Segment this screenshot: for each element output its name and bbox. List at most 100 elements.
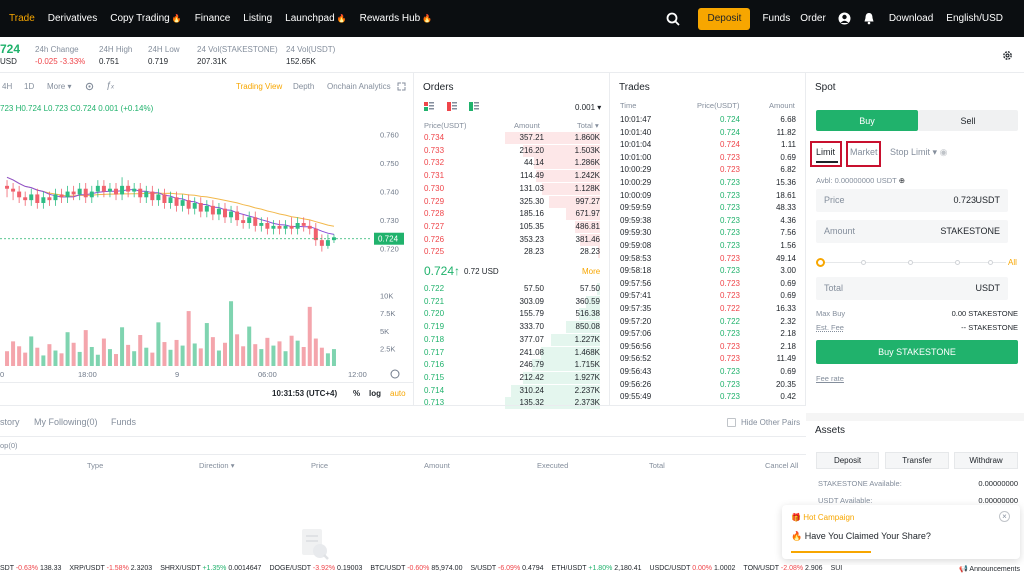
ticker-item[interactable]: SUI: [831, 565, 843, 572]
nav-language[interactable]: English/USD: [946, 13, 1003, 24]
plus-circle-icon[interactable]: ⊕: [899, 176, 905, 185]
trade-price: 0.723: [719, 278, 740, 288]
orderbook-both-icon[interactable]: [424, 102, 434, 112]
assets-deposit-button[interactable]: Deposit: [816, 452, 879, 469]
bid-row[interactable]: 0.716 246.79 1.715K: [414, 359, 610, 372]
ticker-item[interactable]: S/USDT -6.09% 0.4794: [470, 565, 543, 572]
ticker-item[interactable]: SHRX/USDT +1.35% 0.0014647: [160, 565, 261, 572]
buy-stakestone-button[interactable]: Buy STAKESTONE: [816, 340, 1018, 364]
nav-order[interactable]: Order: [800, 13, 826, 24]
orderbook-asks-icon[interactable]: [447, 102, 457, 112]
ask-row[interactable]: 0.733 216.20 1.503K: [414, 144, 610, 158]
est-fee-label[interactable]: Est. Fee: [816, 323, 844, 332]
deposit-button[interactable]: Deposit: [698, 7, 751, 30]
function-icon[interactable]: ƒₓ: [106, 80, 114, 90]
bid-row[interactable]: 0.717 241.08 1.468K: [414, 346, 610, 360]
orders-more-link[interactable]: More: [582, 267, 600, 276]
interval-1d[interactable]: 1D: [24, 82, 34, 91]
fee-rate-link[interactable]: Fee rate: [816, 374, 844, 383]
slider-step[interactable]: [908, 260, 913, 265]
settings-icon[interactable]: [1002, 50, 1013, 61]
ticker-item[interactable]: SDT -0.63% 138.33: [0, 565, 61, 572]
nav-download[interactable]: Download: [889, 13, 933, 24]
bid-row[interactable]: 0.720 155.79 516.38: [414, 308, 610, 321]
nav-listing[interactable]: Listing: [243, 13, 272, 24]
filter-label[interactable]: op(0): [0, 441, 18, 450]
tab-funds[interactable]: Funds: [111, 417, 136, 427]
hide-other-pairs-checkbox[interactable]: [727, 418, 736, 427]
ticker-item[interactable]: TON/USDT -2.08% 2.906: [743, 565, 822, 572]
tab-history[interactable]: story: [0, 417, 20, 427]
ticker-item[interactable]: XRP/USDT -1.58% 2.3203: [69, 565, 152, 572]
ask-row[interactable]: 0.731 114.49 1.242K: [414, 170, 610, 183]
slider-step[interactable]: [955, 260, 960, 265]
tab-my-following[interactable]: My Following(0): [34, 417, 98, 427]
bid-row[interactable]: 0.721 303.09 360.59: [414, 295, 610, 309]
assets-withdraw-button[interactable]: Withdraw: [954, 452, 1018, 469]
ticker-item[interactable]: ETH/USDT +1.80% 2,180.41: [552, 565, 642, 572]
ticker-item[interactable]: BTC/USDT -0.60% 85,974.00: [370, 565, 462, 572]
amount-slider[interactable]: [816, 258, 1008, 268]
chart-settings-icon[interactable]: [390, 369, 400, 379]
indicator-settings-icon[interactable]: [85, 82, 94, 91]
ask-row[interactable]: 0.728 185.16 671.97: [414, 208, 610, 221]
nav-copy-trading[interactable]: Copy Trading 🔥: [110, 13, 181, 24]
total-input[interactable]: Total USDT: [816, 277, 1008, 300]
ticker-item[interactable]: USDC/USDT 0.00% 1.0002: [650, 565, 736, 572]
mid-price-usd: 0.72 USD: [464, 267, 499, 276]
ticker-item[interactable]: DOGE/USDT -3.92% 0.19003: [269, 565, 362, 572]
close-icon[interactable]: ×: [999, 511, 1010, 522]
tab-stop-limit[interactable]: Stop Limit ▾ ◉: [890, 147, 947, 158]
nav-launchpad[interactable]: Launchpad 🔥: [285, 13, 346, 24]
assets-transfer-button[interactable]: Transfer: [885, 452, 949, 469]
bid-row[interactable]: 0.722 57.50 57.50: [414, 283, 610, 296]
orderbook-bids-icon[interactable]: [469, 102, 479, 112]
tab-onchain[interactable]: Onchain Analytics: [327, 82, 391, 91]
slider-step[interactable]: [861, 260, 866, 265]
bell-icon[interactable]: [863, 12, 875, 25]
nav-rewards-hub[interactable]: Rewards Hub 🔥: [360, 13, 433, 24]
ask-row[interactable]: 0.726 353.23 381.46: [414, 233, 610, 247]
tab-depth[interactable]: Depth: [293, 82, 314, 91]
slider-step[interactable]: [988, 260, 993, 265]
nav-derivatives[interactable]: Derivatives: [48, 13, 97, 24]
tick-size-select[interactable]: 0.001 ▾: [575, 103, 601, 112]
interval-4h[interactable]: 4H: [2, 82, 12, 91]
ask-row[interactable]: 0.730 131.03 1.128K: [414, 182, 610, 196]
buy-tab[interactable]: Buy: [816, 110, 918, 131]
nav-finance[interactable]: Finance: [195, 13, 231, 24]
ask-row[interactable]: 0.727 105.35 486.81: [414, 220, 610, 234]
col-direction[interactable]: Direction ▾: [199, 461, 234, 470]
trade-price: 0.724: [719, 115, 740, 124]
ask-row[interactable]: 0.729 325.30 997.27: [414, 195, 610, 209]
price-chart[interactable]: 0.724 0.760 0.750 0.740 0.730 0.720 10K 7.5K 5K 2…: [0, 113, 414, 381]
percent-toggle[interactable]: %: [353, 389, 360, 398]
bid-row[interactable]: 0.715 212.42 1.927K: [414, 371, 610, 385]
nav-funds[interactable]: Funds: [762, 13, 790, 24]
ask-row[interactable]: 0.725 28.23 28.23: [414, 246, 610, 259]
auto-toggle[interactable]: auto: [390, 389, 406, 398]
expand-icon[interactable]: [397, 82, 406, 91]
campaign-text[interactable]: 🔥 Have You Claimed Your Share?: [791, 531, 931, 542]
announcements-link[interactable]: 📢 Announcements: [953, 565, 1020, 573]
log-toggle[interactable]: log: [369, 389, 381, 398]
slider-handle[interactable]: [816, 258, 825, 267]
interval-more[interactable]: More ▾: [47, 82, 71, 91]
amount-input[interactable]: Amount STAKESTONE: [816, 220, 1008, 243]
hot-campaign-popup[interactable]: 🎁 Hot Campaign × 🔥 Have You Claimed Your…: [782, 505, 1020, 559]
sell-tab[interactable]: Sell: [918, 110, 1018, 131]
avatar-icon[interactable]: [838, 12, 851, 25]
bid-row[interactable]: 0.719 333.70 850.08: [414, 321, 610, 334]
cancel-all-button[interactable]: Cancel All: [765, 461, 798, 470]
tab-trading-view[interactable]: Trading View: [236, 82, 282, 91]
search-icon[interactable]: [666, 12, 681, 26]
slider-all-label[interactable]: All: [1008, 258, 1017, 267]
bid-row[interactable]: 0.714 310.24 2.237K: [414, 384, 610, 398]
orders-header-total[interactable]: Total ▾: [577, 121, 599, 130]
nav-trade[interactable]: Trade: [9, 13, 35, 24]
ask-row[interactable]: 0.732 44.14 1.286K: [414, 157, 610, 170]
ask-row[interactable]: 0.734 357.21 1.860K: [414, 132, 610, 145]
hide-other-pairs-label[interactable]: Hide Other Pairs: [741, 418, 800, 427]
price-input[interactable]: Price 0.723 USDT: [816, 189, 1008, 212]
bid-row[interactable]: 0.718 377.07 1.227K: [414, 333, 610, 347]
